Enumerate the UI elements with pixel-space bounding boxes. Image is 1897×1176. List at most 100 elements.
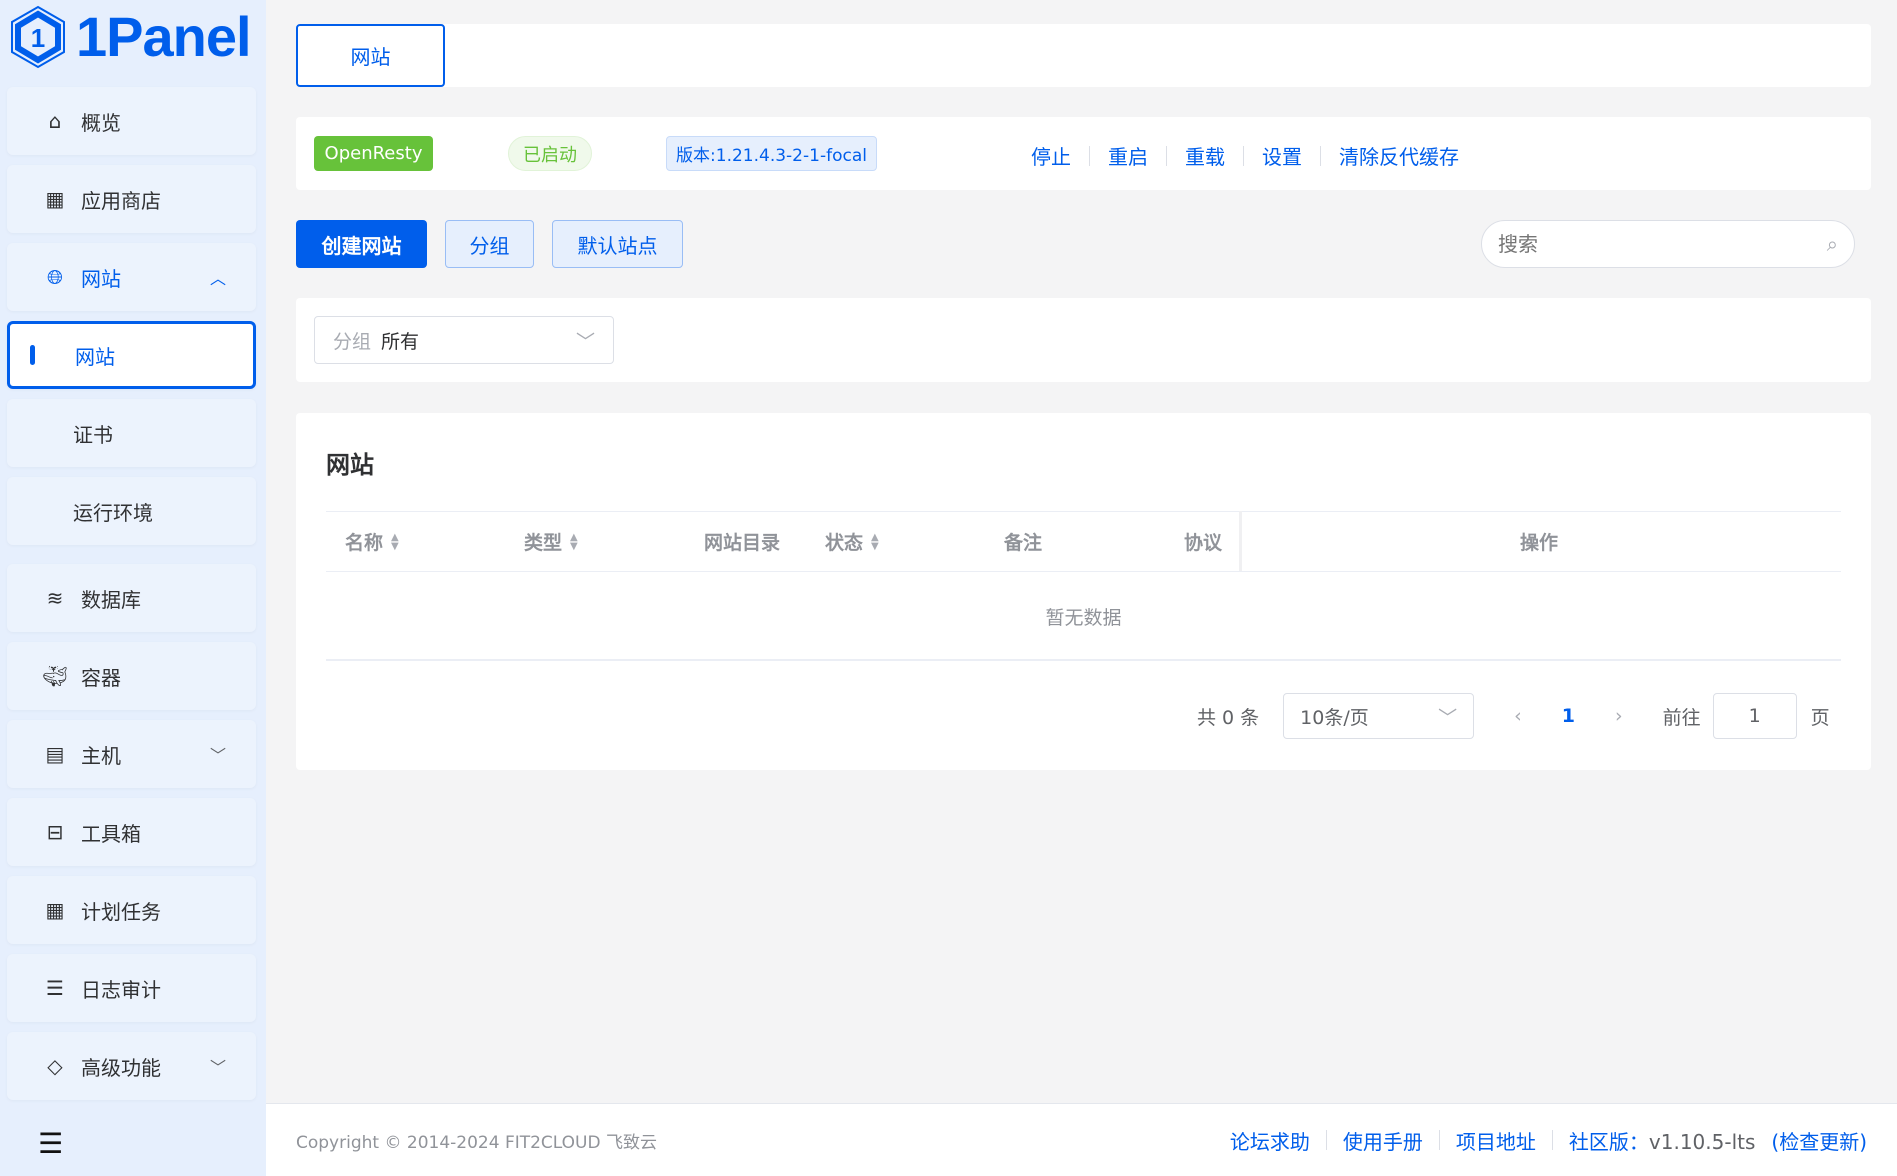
- sidebar-item-label: 网站: [81, 263, 121, 292]
- divider: [1089, 146, 1090, 166]
- copyright-text: Copyright © 2014-2024 FIT2CLOUD 飞致云: [296, 1128, 657, 1153]
- group-button[interactable]: 分组: [445, 220, 534, 268]
- goto-label: 前往: [1663, 703, 1701, 730]
- divider: [1243, 146, 1244, 166]
- sidebar-item-label: 工具箱: [81, 818, 141, 847]
- pagination: 共 0 条 10条/页﹀ ‹ 1 › 前往 1 页: [1197, 693, 1830, 739]
- create-website-button[interactable]: 创建网站: [296, 220, 427, 268]
- sidebar-item-label: 容器: [81, 662, 121, 691]
- empty-text: 暂无数据: [296, 603, 1871, 630]
- tab-bar: 网站: [296, 24, 1871, 87]
- edition-label: 社区版：: [1569, 1130, 1649, 1154]
- check-update-link[interactable]: (检查更新): [1771, 1126, 1867, 1155]
- column-header-type[interactable]: 类型 ▲▼: [524, 528, 578, 555]
- chevron-down-icon: ﹀: [210, 742, 226, 766]
- version-tag: 版本:1.21.4.3-2-1-focal: [666, 136, 877, 171]
- home-icon: ⌂: [41, 107, 69, 135]
- app-status-card: OpenResty 已启动 版本:1.21.4.3-2-1-focal 停止 重…: [296, 117, 1871, 190]
- group-filter-select[interactable]: 分组 所有 ﹀: [314, 316, 614, 364]
- sidebar-item-label: 高级功能: [81, 1052, 161, 1081]
- chevron-down-icon: ﹀: [576, 327, 595, 354]
- docs-link[interactable]: 使用手册: [1343, 1126, 1423, 1155]
- search-icon[interactable]: ⌕: [1827, 232, 1838, 256]
- page-number-current[interactable]: 1: [1562, 705, 1575, 727]
- column-label: 操作: [1520, 528, 1558, 555]
- sidebar-item-host[interactable]: ▤主机﹀: [7, 720, 256, 788]
- search-input[interactable]: [1498, 232, 1827, 256]
- goto-page-input[interactable]: 1: [1713, 693, 1797, 739]
- version-text: v1.10.5-lts: [1649, 1130, 1755, 1154]
- log-icon: ☰: [41, 974, 69, 1002]
- forum-link[interactable]: 论坛求助: [1230, 1126, 1310, 1155]
- sort-icon[interactable]: ▲▼: [871, 533, 879, 551]
- stop-link[interactable]: 停止: [1031, 141, 1071, 170]
- column-label: 备注: [1004, 528, 1042, 555]
- apps-icon: ▦: [41, 185, 69, 213]
- next-page-icon[interactable]: ›: [1615, 705, 1623, 727]
- sidebar-item-label: 计划任务: [81, 896, 161, 925]
- divider: [326, 511, 1841, 512]
- divider: [1320, 146, 1321, 166]
- group-filter-value: 所有: [381, 327, 419, 354]
- column-header-protocol: 协议: [1184, 528, 1222, 555]
- reload-link[interactable]: 重载: [1185, 141, 1225, 170]
- divider: [1326, 1130, 1327, 1150]
- column-header-status[interactable]: 状态 ▲▼: [825, 528, 879, 555]
- sidebar-item-label: 概览: [81, 107, 121, 136]
- footer: Copyright © 2014-2024 FIT2CLOUD 飞致云 论坛求助…: [266, 1103, 1897, 1176]
- sidebar-item-logs[interactable]: ☰日志审计: [7, 954, 256, 1022]
- sort-icon[interactable]: ▲▼: [570, 533, 578, 551]
- divider: [1166, 146, 1167, 166]
- sidebar-item-app-store[interactable]: ▦ 应用商店: [7, 165, 256, 233]
- tab-website[interactable]: 网站: [296, 24, 445, 87]
- sidebar-item-toolbox[interactable]: ⊟工具箱: [7, 798, 256, 866]
- svg-text:1: 1: [31, 23, 45, 53]
- fixed-column-shadow: [1239, 511, 1242, 571]
- sidebar-subitem-runtime[interactable]: 运行环境: [7, 477, 256, 545]
- settings-link[interactable]: 设置: [1262, 141, 1302, 170]
- filter-card: 分组 所有 ﹀: [296, 298, 1871, 382]
- column-header-name[interactable]: 名称 ▲▼: [345, 528, 399, 555]
- app-name-tag: OpenResty: [314, 136, 433, 171]
- sidebar-item-cron[interactable]: ▦计划任务: [7, 876, 256, 944]
- project-link[interactable]: 项目地址: [1456, 1126, 1536, 1155]
- sidebar-subitem-certificate[interactable]: 证书: [7, 399, 256, 467]
- column-label: 名称: [345, 528, 383, 555]
- sidebar-item-advanced[interactable]: ◇高级功能﹀: [7, 1032, 256, 1100]
- sidebar: 1 1Panel ⌂概览 ▦应用商店 🌐︎网站︿ 网站 证书 运行环境 ≋数据库…: [0, 0, 266, 1176]
- active-indicator: [30, 345, 35, 365]
- divider: [1439, 1130, 1440, 1150]
- default-site-button[interactable]: 默认站点: [552, 220, 683, 268]
- layers-icon: ≋: [41, 584, 69, 612]
- status-badge: 已启动: [508, 136, 592, 171]
- sidebar-item-overview[interactable]: ⌂ 概览: [7, 87, 256, 155]
- column-header-directory: 网站目录: [704, 528, 780, 555]
- collapse-menu-icon[interactable]: ☰: [38, 1127, 63, 1160]
- column-label: 网站目录: [704, 528, 780, 555]
- divider: [1552, 1130, 1553, 1150]
- prev-page-icon[interactable]: ‹: [1514, 705, 1522, 727]
- search-input-wrapper: ⌕: [1481, 220, 1855, 268]
- restart-link[interactable]: 重启: [1108, 141, 1148, 170]
- sort-icon[interactable]: ▲▼: [391, 533, 399, 551]
- column-header-actions: 操作: [1520, 528, 1558, 555]
- column-label: 状态: [825, 528, 863, 555]
- page-size-value: 10条/页: [1300, 703, 1369, 730]
- sidebar-item-label: 数据库: [81, 584, 141, 613]
- host-icon: ▤: [41, 740, 69, 768]
- clear-proxy-cache-link[interactable]: 清除反代缓存: [1339, 141, 1459, 170]
- column-label: 协议: [1184, 528, 1222, 555]
- sidebar-item-database[interactable]: ≋ 数据库: [7, 564, 256, 632]
- sidebar-item-label: 证书: [73, 419, 113, 448]
- column-label: 类型: [524, 528, 562, 555]
- page-size-select[interactable]: 10条/页 ﹀: [1283, 693, 1474, 739]
- docker-icon: 🐳︎: [41, 662, 69, 690]
- chevron-down-icon: ﹀: [1438, 703, 1457, 730]
- sidebar-subitem-website[interactable]: 网站: [7, 321, 256, 389]
- sidebar-item-container[interactable]: 🐳︎ 容器: [7, 642, 256, 710]
- diamond-icon: ◇: [41, 1052, 69, 1080]
- sidebar-item-website[interactable]: 🌐︎网站︿: [7, 243, 256, 311]
- sidebar-item-label: 应用商店: [81, 185, 161, 214]
- website-table-card: 网站 名称▲▼ 类型▲▼ 网站目录 状态▲▼ 备注 协议 操作 暂无数据 共 0…: [296, 413, 1871, 770]
- logo-icon: 1: [8, 5, 68, 69]
